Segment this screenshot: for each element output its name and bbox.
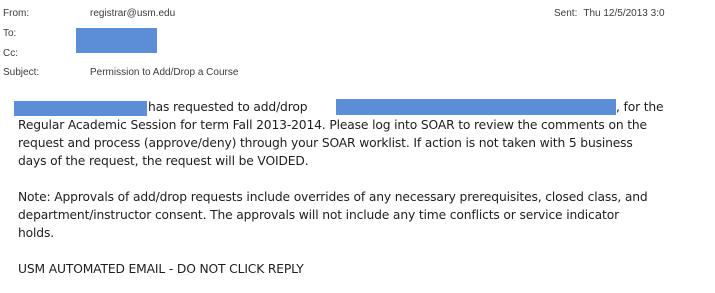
sent-row: Sent: Thu 12/5/2013 3:0	[554, 6, 665, 22]
from-address[interactable]: registrar@usm.edu	[90, 6, 175, 22]
body-line: department/instructor consent. The appro…	[18, 208, 620, 222]
email-header: From: registrar@usm.edu To: Cc: Subject:…	[0, 0, 715, 86]
body-line: , for the	[616, 98, 664, 116]
from-label: From:	[3, 8, 30, 19]
body-line: request and process (approve/deny) throu…	[18, 136, 633, 150]
body-line: days of the request, the request will be…	[18, 154, 309, 168]
body-line: Regular Academic Session for term Fall 2…	[18, 118, 647, 132]
footer-notice: USM AUTOMATED EMAIL - DO NOT CLICK REPLY	[18, 262, 304, 276]
body-line: Note: Approvals of add/drop requests inc…	[18, 190, 648, 204]
request-text: has requested to add/drop	[148, 100, 308, 114]
body-line: has requested to add/drop	[148, 98, 308, 116]
header-divider	[0, 84, 715, 85]
body-line: holds.	[18, 226, 54, 240]
student-name-redaction	[14, 101, 147, 116]
subject-label: Subject:	[3, 67, 40, 78]
cc-label: Cc:	[3, 48, 18, 59]
course-name-redaction	[336, 99, 616, 115]
to-label: To:	[3, 28, 17, 39]
subject-value: Permission to Add/Drop a Course	[90, 67, 239, 78]
for-the-text: , for the	[616, 100, 664, 114]
to-recipient-redaction	[76, 28, 157, 53]
sent-date: Thu 12/5/2013 3:0	[583, 8, 665, 19]
sent-label: Sent:	[554, 8, 578, 19]
